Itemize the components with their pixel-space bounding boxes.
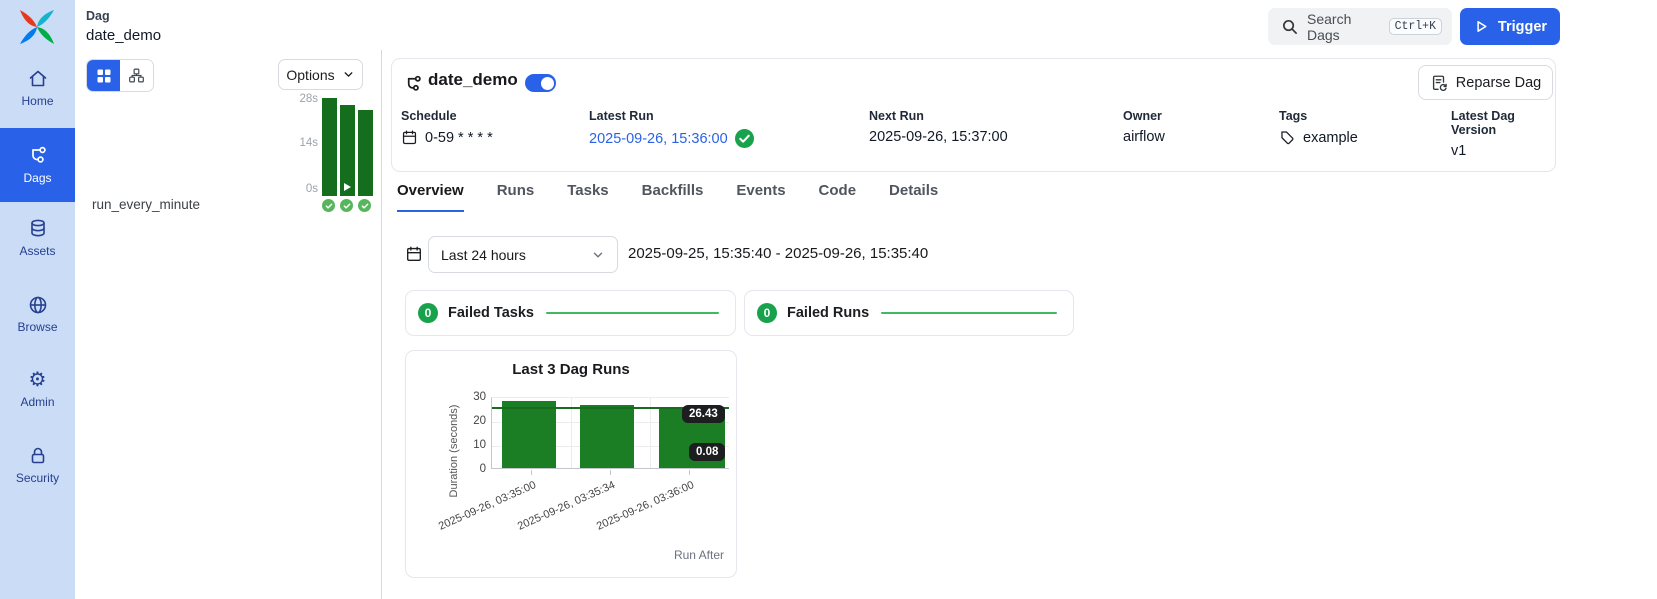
dag-icon bbox=[403, 74, 424, 95]
running-play-icon bbox=[344, 183, 351, 191]
sidebar-item-label: Assets bbox=[19, 244, 55, 258]
y-tick: 0 bbox=[462, 463, 486, 475]
field-tags: Tags example bbox=[1279, 109, 1358, 146]
tag-icon bbox=[1279, 129, 1296, 146]
graph-view-button[interactable] bbox=[120, 60, 153, 91]
tab-details[interactable]: Details bbox=[889, 182, 938, 212]
keyboard-shortcut: Ctrl+K bbox=[1389, 18, 1442, 35]
sidebar-item-home[interactable]: Home bbox=[0, 62, 75, 114]
mini-duration-chart bbox=[322, 98, 374, 196]
failed-tasks-card[interactable]: 0 Failed Tasks bbox=[405, 290, 736, 336]
chart-annotation: 26.43 bbox=[682, 405, 725, 423]
graph-icon bbox=[128, 67, 145, 84]
assets-icon bbox=[27, 218, 49, 240]
dag-header-card: date_demo Reparse Dag Schedule 0-59 * * … bbox=[391, 58, 1556, 172]
spark-line bbox=[546, 312, 719, 314]
tab-tasks[interactable]: Tasks bbox=[567, 182, 608, 212]
view-toggle-group bbox=[86, 59, 154, 92]
sidebar-item-label: Browse bbox=[17, 320, 57, 334]
options-button[interactable]: Options bbox=[278, 59, 363, 90]
mini-chart-tick: 14s bbox=[286, 137, 318, 149]
field-owner: Owner airflow bbox=[1123, 109, 1165, 145]
dag-title: date_demo bbox=[428, 70, 518, 90]
sidebar-item-browse[interactable]: Browse bbox=[0, 288, 75, 340]
field-next-run: Next Run 2025-09-26, 15:37:00 bbox=[869, 109, 1008, 145]
dags-icon bbox=[27, 145, 49, 167]
gear-icon: ⚙ bbox=[27, 369, 49, 391]
y-tick: 30 bbox=[462, 391, 486, 403]
home-icon bbox=[27, 68, 49, 90]
dag-tabs: Overview Runs Tasks Backfills Events Cod… bbox=[397, 182, 938, 212]
grid-icon bbox=[96, 68, 112, 84]
time-range-text: 2025-09-25, 15:35:40 - 2025-09-26, 15:35… bbox=[628, 245, 928, 262]
x-tick-label: 2025-09-26, 03:35:00 bbox=[412, 479, 537, 544]
sidebar-item-label: Home bbox=[21, 94, 53, 108]
failed-runs-count: 0 bbox=[757, 303, 777, 323]
sidebar-item-security[interactable]: Security bbox=[0, 439, 75, 491]
browse-globe-icon bbox=[27, 294, 49, 316]
task-success-badge[interactable] bbox=[358, 199, 371, 212]
tag-example[interactable]: example bbox=[1303, 130, 1358, 146]
page-title: date_demo bbox=[86, 27, 161, 44]
mini-run-bar[interactable] bbox=[358, 110, 373, 196]
y-tick: 20 bbox=[462, 415, 486, 427]
sidebar-item-label: Admin bbox=[20, 395, 54, 409]
calendar-icon bbox=[401, 129, 418, 146]
chevron-down-icon bbox=[342, 68, 355, 81]
field-latest-dag-version: Latest Dag Version v1 bbox=[1451, 109, 1555, 159]
task-success-badge[interactable] bbox=[322, 199, 335, 212]
chart-ylabel: Duration (seconds) bbox=[448, 391, 460, 511]
spark-line bbox=[881, 312, 1057, 314]
success-check-icon bbox=[735, 129, 754, 148]
dag-run-bar[interactable] bbox=[502, 401, 556, 468]
lock-icon bbox=[27, 445, 49, 467]
field-latest-run: Latest Run 2025-09-26, 15:36:00 bbox=[589, 109, 754, 148]
search-icon bbox=[1281, 18, 1298, 35]
panel-divider[interactable] bbox=[381, 50, 382, 599]
failed-runs-card[interactable]: 0 Failed Runs bbox=[744, 290, 1074, 336]
task-status-row bbox=[322, 199, 371, 212]
tab-runs[interactable]: Runs bbox=[497, 182, 535, 212]
sidebar-item-label: Security bbox=[16, 471, 59, 485]
mini-run-bar[interactable] bbox=[322, 98, 337, 196]
sidebar-item-dags[interactable]: Dags bbox=[0, 128, 75, 202]
dag-pause-toggle[interactable] bbox=[525, 74, 556, 92]
last-3-dag-runs-chart: Last 3 Dag Runs Duration (seconds) 30 20… bbox=[405, 350, 737, 578]
mini-chart-tick: 28s bbox=[286, 93, 318, 105]
task-name[interactable]: run_every_minute bbox=[92, 197, 200, 212]
tab-overview[interactable]: Overview bbox=[397, 182, 464, 212]
search-input[interactable]: Search Dags Ctrl+K bbox=[1268, 8, 1452, 45]
latest-run-link[interactable]: 2025-09-26, 15:36:00 bbox=[589, 131, 728, 147]
y-tick: 10 bbox=[462, 439, 486, 451]
calendar-icon bbox=[405, 245, 423, 263]
reparse-dag-button[interactable]: Reparse Dag bbox=[1418, 65, 1553, 100]
task-success-badge[interactable] bbox=[340, 199, 353, 212]
time-range-select[interactable]: Last 24 hours bbox=[428, 236, 618, 273]
mini-run-bar[interactable] bbox=[340, 105, 355, 196]
play-icon bbox=[1473, 18, 1490, 35]
breadcrumb[interactable]: Dag bbox=[86, 9, 110, 23]
chart-title: Last 3 Dag Runs bbox=[406, 361, 736, 378]
grid-view-button[interactable] bbox=[87, 60, 120, 91]
reparse-icon bbox=[1430, 74, 1448, 92]
trigger-button[interactable]: Trigger bbox=[1460, 8, 1560, 45]
field-schedule: Schedule 0-59 * * * * bbox=[401, 109, 493, 146]
dag-run-bar[interactable] bbox=[580, 405, 634, 468]
chart-xlabel: Run After bbox=[674, 548, 724, 562]
chart-annotation: 0.08 bbox=[689, 443, 725, 461]
tab-code[interactable]: Code bbox=[819, 182, 857, 212]
sidebar-item-label: Dags bbox=[23, 171, 51, 185]
search-placeholder: Search Dags bbox=[1307, 11, 1380, 43]
sidebar-item-assets[interactable]: Assets bbox=[0, 212, 75, 264]
mini-chart-tick: 0s bbox=[286, 183, 318, 195]
tab-events[interactable]: Events bbox=[736, 182, 785, 212]
airflow-logo[interactable] bbox=[17, 7, 57, 47]
chevron-down-icon bbox=[591, 248, 605, 262]
sidebar: Home Dags Assets Browse ⚙ Admin bbox=[0, 0, 75, 599]
sidebar-item-admin[interactable]: ⚙ Admin bbox=[0, 363, 75, 415]
tab-backfills[interactable]: Backfills bbox=[642, 182, 704, 212]
failed-tasks-count: 0 bbox=[418, 303, 438, 323]
